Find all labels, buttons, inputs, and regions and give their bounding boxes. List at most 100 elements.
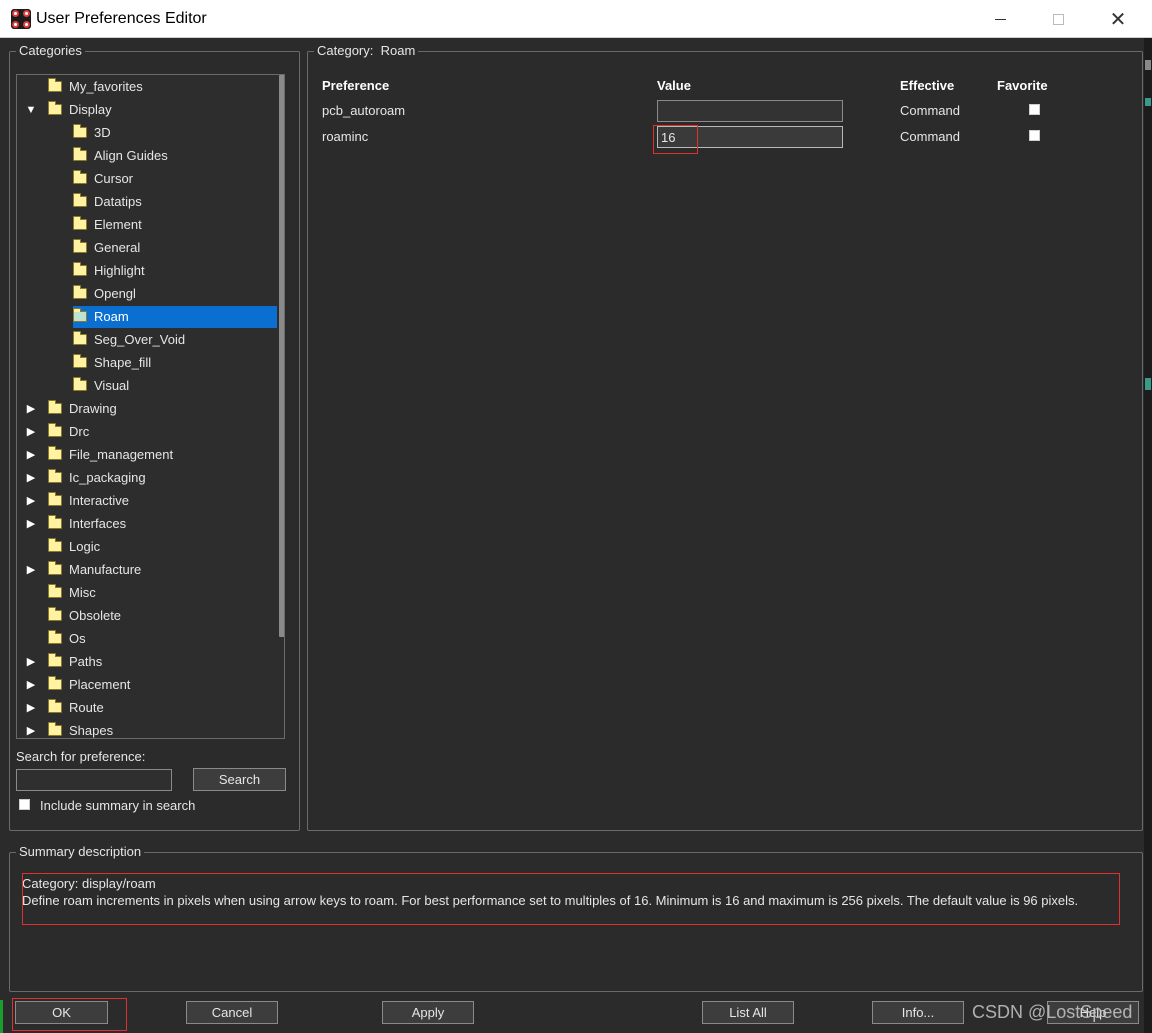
tree-item-label: Shapes [69,723,114,738]
tree-item[interactable]: Logic [17,536,267,558]
expand-arrow-icon[interactable]: ▶ [25,471,37,485]
tree-item[interactable]: ▶ Drc [17,421,267,443]
collapse-arrow-icon[interactable]: ▼ [25,103,37,117]
tree-item[interactable]: Roam [17,306,277,328]
folder-icon [73,239,87,253]
folder-icon [73,216,87,230]
category-tree[interactable]: My_favorites ▼ Display 3D Align Guides Cursor… [16,74,285,739]
pref-effective: Command [900,129,960,144]
tree-item[interactable]: Cursor [17,168,267,190]
tree-item[interactable]: Shape_fill [17,352,267,374]
tree-item[interactable]: Element [17,214,267,236]
background-window-edge [1144,38,1152,1033]
folder-icon [73,124,87,138]
expand-arrow-icon[interactable]: ▶ [25,655,37,669]
folder-icon [73,331,87,345]
folder-icon [48,78,62,92]
include-summary-label: Include summary in search [40,798,196,813]
folder-icon [73,170,87,184]
tree-item[interactable]: ▶ Ic_packaging [17,467,267,489]
tree-item[interactable]: ▶ File_management [17,444,267,466]
folder-icon [48,561,62,575]
tree-item[interactable]: ▶ Placement [17,674,267,696]
summary-body: Define roam increments in pixels when us… [22,893,1079,908]
tree-item-label: Highlight [94,263,145,278]
tree-item[interactable]: ▶ Paths [17,651,267,673]
cancel-button[interactable]: Cancel [186,1001,278,1024]
expand-arrow-icon[interactable]: ▶ [25,678,37,692]
summary-description: Category: display/roam Define roam incre… [22,875,1078,909]
tree-item[interactable]: Opengl [17,283,267,305]
ok-button[interactable]: OK [15,1001,108,1024]
tree-item[interactable]: ▶ Interfaces [17,513,267,535]
include-summary-checkbox[interactable] [19,799,30,810]
tree-item[interactable]: Obsolete [17,605,267,627]
tree-item[interactable]: ▶ Shapes [17,720,267,738]
folder-icon [48,538,62,552]
tree-scrollbar[interactable] [279,75,284,738]
tree-item[interactable]: 3D [17,122,267,144]
categories-group: Categories My_favorites ▼ Display 3D Align G… [9,43,300,831]
tree-item-label: Misc [69,585,96,600]
tree-item-label: Placement [69,677,131,692]
expand-arrow-icon[interactable]: ▶ [25,563,37,577]
tree-item-label: 3D [94,125,111,140]
list-all-button[interactable]: List All [702,1001,794,1024]
folder-icon [48,446,62,460]
expand-arrow-icon[interactable]: ▶ [25,494,37,508]
pref-value-field[interactable] [657,100,843,122]
expand-arrow-icon[interactable]: ▶ [25,701,37,715]
tree-item[interactable]: Visual [17,375,267,397]
tree-item[interactable]: My_favorites [17,76,267,98]
tree-item-label: Seg_Over_Void [94,332,186,347]
summary-title: Summary description [16,844,145,860]
expand-arrow-icon[interactable]: ▶ [25,425,37,439]
close-button[interactable]: ✕ [1088,0,1148,38]
tree-item[interactable]: Align Guides [17,145,267,167]
tree-item[interactable]: ▶ Interactive [17,490,267,512]
tree-item[interactable]: Seg_Over_Void [17,329,267,351]
tree-item-label: Manufacture [69,562,142,577]
apply-button[interactable]: Apply [382,1001,474,1024]
expand-arrow-icon[interactable]: ▶ [25,724,37,738]
tree-item-label: Datatips [94,194,142,209]
tree-scrollbar-thumb[interactable] [279,75,284,637]
tree-item-label: Route [69,700,104,715]
tree-item-label: Os [69,631,86,646]
folder-icon [48,101,62,115]
expand-arrow-icon[interactable]: ▶ [25,448,37,462]
tree-item[interactable]: ▶ Drawing [17,398,267,420]
tree-item-label: Roam [94,309,129,324]
tree-item[interactable]: Highlight [17,260,267,282]
tree-item-label: Interfaces [69,516,127,531]
pref-value-field[interactable] [657,126,843,148]
tree-item[interactable]: ▼ Display [17,99,267,121]
tree-item[interactable]: Os [17,628,267,650]
expand-arrow-icon[interactable]: ▶ [25,517,37,531]
folder-icon [48,607,62,621]
category-title-value: Roam [380,43,416,58]
tree-item-label: Ic_packaging [69,470,146,485]
close-icon: ✕ [1109,8,1127,31]
minimize-button[interactable] [970,0,1030,38]
tree-item-label: General [94,240,141,255]
tree-item[interactable]: ▶ Manufacture [17,559,267,581]
tree-item[interactable]: General [17,237,267,259]
expand-arrow-icon[interactable]: ▶ [25,402,37,416]
tree-item[interactable]: ▶ Route [17,697,267,719]
favorite-checkbox[interactable] [1029,130,1040,141]
search-button[interactable]: Search [193,768,286,791]
folder-icon [48,653,62,667]
tree-item-label: Cursor [94,171,134,186]
tree-item[interactable]: Datatips [17,191,267,213]
categories-title: Categories [16,43,85,59]
user-preferences-window: User Preferences Editor ✕ Categories My_… [0,0,1152,1033]
folder-icon [73,147,87,161]
maximize-button[interactable] [1028,0,1088,38]
info-button[interactable]: Info... [872,1001,964,1024]
tree-item[interactable]: Misc [17,582,267,604]
favorite-checkbox[interactable] [1029,104,1040,115]
summary-category: Category: display/roam [22,876,156,891]
search-input[interactable] [16,769,172,791]
folder-icon [48,630,62,644]
